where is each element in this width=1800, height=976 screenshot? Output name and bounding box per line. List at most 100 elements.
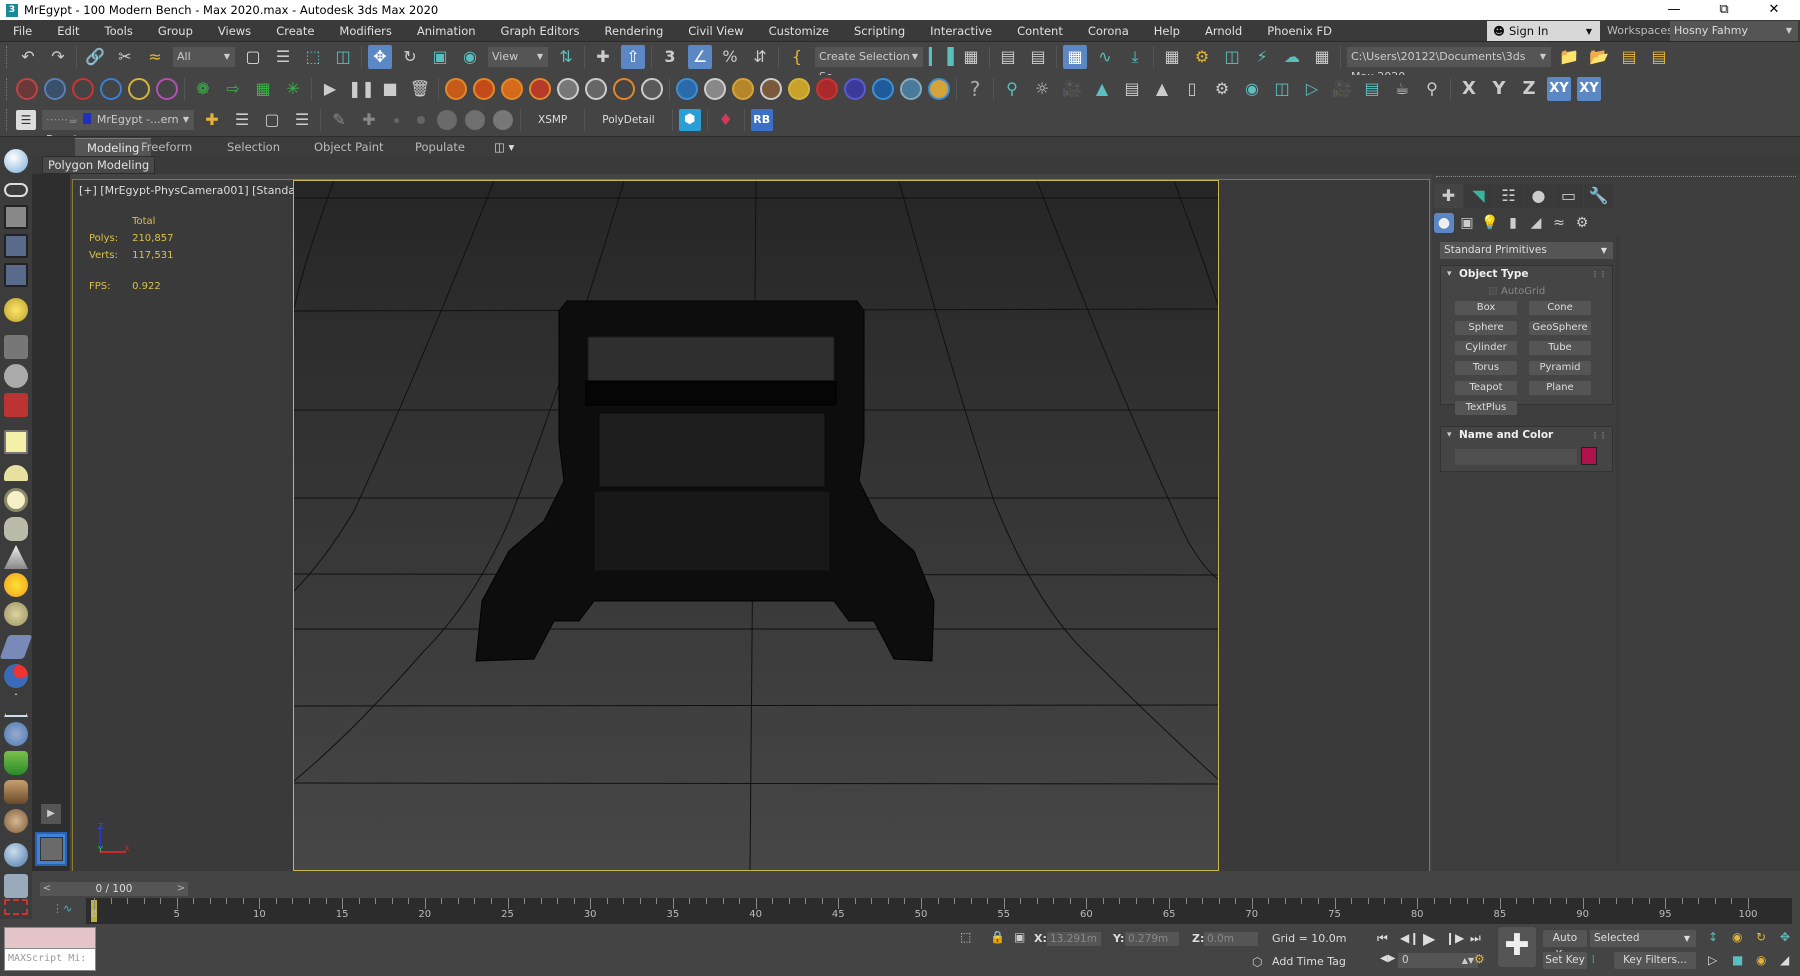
tube-button[interactable]: Tube [1529,341,1591,355]
stop-simulation-icon[interactable]: ■ [378,77,402,101]
object-color-swatch[interactable] [1581,447,1597,465]
pyramid-button[interactable]: Pyramid [1529,361,1591,375]
add-brush-icon[interactable]: ✚ [357,108,381,132]
object-name-input[interactable] [1455,449,1577,465]
maximize-viewport-icon[interactable]: ◢ [1780,953,1789,967]
mini-curve-editor-icon[interactable]: ⋮∿ [52,902,72,915]
time-tag-icon[interactable]: ⬡ [1252,955,1262,969]
menu-phoenix-fd[interactable]: Phoenix FD [1254,20,1344,42]
molecule-icon[interactable] [4,664,28,688]
menu-file[interactable]: File [0,20,44,42]
light-bulb-icon[interactable]: ⚲ [1000,77,1024,101]
create-layer-icon[interactable]: ✚ [200,108,224,132]
motion-tab-icon[interactable]: ● [1524,184,1553,208]
current-layer-dropdown[interactable]: ⋯⋯☕ MrEgypt -...ern Bench ▼ [42,110,194,146]
cameras-category-icon[interactable]: ▮ [1503,213,1523,233]
corona-water-icon[interactable] [100,78,122,100]
phoenix-liquid-icon[interactable] [676,78,698,100]
video-camera-icon[interactable] [4,393,28,417]
maxscript-input[interactable]: MAXScript Mi: [5,949,95,969]
render-setup-icon[interactable]: ⚙ [1190,45,1214,69]
window-crossing-icon[interactable]: ◫ [331,45,355,69]
geometry-category-icon[interactable]: ● [1434,213,1454,233]
menu-modifiers[interactable]: Modifiers [326,20,404,42]
tyflow-icon[interactable]: ❁ [191,77,215,101]
hair-fur-icon[interactable] [4,780,28,804]
select-and-place-icon[interactable]: ◉ [458,45,482,69]
phoenix-candle-icon[interactable] [613,78,635,100]
tab-selection[interactable]: Selection [215,138,292,157]
cube-plugin-icon[interactable]: ⬢ [678,109,701,131]
rollout-grip-icon[interactable]: ⋮⋮ [1591,266,1607,283]
select-by-name-icon[interactable]: ☰ [271,45,295,69]
scatter-grid-icon[interactable] [0,635,33,659]
phoenix-milk-icon[interactable] [704,78,726,100]
menu-content[interactable]: Content [1004,20,1075,42]
curve-editor-icon[interactable]: ∿ [1093,45,1117,69]
sun-light-icon[interactable]: ☼ [1030,77,1054,101]
brush-tool-icon[interactable]: ✎ [327,108,351,132]
default-in-out-tangents-icon[interactable]: ⧘ [1592,952,1595,967]
scene-explorer-icon[interactable]: ▤ [996,45,1020,69]
phoenix-coffee-icon[interactable] [760,78,782,100]
utilities-tab-icon[interactable]: 🔧 [1584,184,1613,208]
tree-icon[interactable]: ▲ [1150,77,1174,101]
sign-in-button[interactable]: ☻ Sign In ▼ [1487,21,1600,41]
region-select-icon[interactable] [4,899,28,915]
plane-button[interactable]: Plane [1529,381,1591,395]
ies-sun-icon[interactable] [4,602,28,626]
particle-flow-arrow-icon[interactable]: ⇨ [221,77,245,101]
constrain-x-button[interactable]: X [1457,77,1481,101]
menu-tools[interactable]: Tools [92,20,145,42]
corona-particles-icon[interactable] [128,78,150,100]
helpers-category-icon[interactable]: ◢ [1526,213,1546,233]
viewport-split-icon[interactable]: ◫ [1270,77,1294,101]
y-coord-field[interactable]: 0.279m [1125,932,1179,946]
select-and-rotate-icon[interactable]: ↻ [398,45,422,69]
light-settings-icon[interactable] [4,298,28,322]
key-mode-dropdown[interactable]: Selected ▼ [1590,930,1696,947]
brush-size-3-icon[interactable] [437,110,457,130]
rb-plugin-button[interactable]: RB [750,109,773,131]
menu-customize[interactable]: Customize [756,20,841,42]
edit-named-selection-icon[interactable]: { [785,45,809,69]
set-keys-button[interactable]: ✚ [1498,927,1536,967]
name-and-color-header[interactable]: Name and Color ⋮⋮ [1441,427,1612,444]
material-sphere-icon[interactable]: ◉ [1240,77,1264,101]
expand-layout-tab-icon[interactable]: ▶ [41,804,61,824]
mirror-icon[interactable]: ▎▐ [929,45,954,69]
brush-size-4-icon[interactable] [465,110,485,130]
render-preview-icon[interactable] [4,205,28,229]
menu-group[interactable]: Group [145,20,205,42]
displacement-icon[interactable] [4,722,28,746]
named-selection-dropdown[interactable]: Create Selection Se ▼ [815,47,923,83]
teapot-button[interactable]: Teapot [1455,381,1517,395]
hierarchy-tab-icon[interactable]: ☷ [1494,184,1523,208]
sun-icon[interactable] [4,573,28,597]
select-in-layer-icon[interactable]: ▢ [260,108,284,132]
material-sphere-icon[interactable] [4,843,28,867]
align-icon[interactable]: ▦ [959,45,983,69]
redo-icon[interactable]: ↷ [46,45,70,69]
selection-lock-icon[interactable]: 🔒 [990,930,1005,944]
key-filters-button[interactable]: Key Filters... [1614,952,1696,969]
link-icon[interactable]: 🔗 [83,45,107,69]
phoenix-fire-source-icon[interactable] [473,78,495,100]
help-icon[interactable]: ? [963,77,987,101]
tree-document-icon[interactable]: ▯ [1180,77,1204,101]
render-in-cloud-icon[interactable]: ☁ [1280,45,1304,69]
time-slider[interactable]: < 0 / 100 > [40,882,188,896]
ox-hair-icon[interactable] [4,809,28,833]
keyboard-shortcut-override-icon[interactable]: ⇧ [621,45,645,69]
dome-light-icon[interactable] [4,465,28,481]
phoenix-blood-icon[interactable] [816,78,838,100]
menu-corona[interactable]: Corona [1075,20,1141,42]
camera-icon[interactable]: 🎥 [1060,77,1084,101]
menu-arnold[interactable]: Arnold [1192,20,1254,42]
brush-size-5-icon[interactable] [493,110,513,130]
phoenix-steam-icon[interactable] [585,78,607,100]
corona-fire-icon[interactable] [72,78,94,100]
brush-size-1-icon[interactable] [394,117,399,123]
absolute-mode-icon[interactable]: ▣ [1014,930,1025,944]
dolly-camera-icon[interactable]: ■ [1732,953,1743,967]
